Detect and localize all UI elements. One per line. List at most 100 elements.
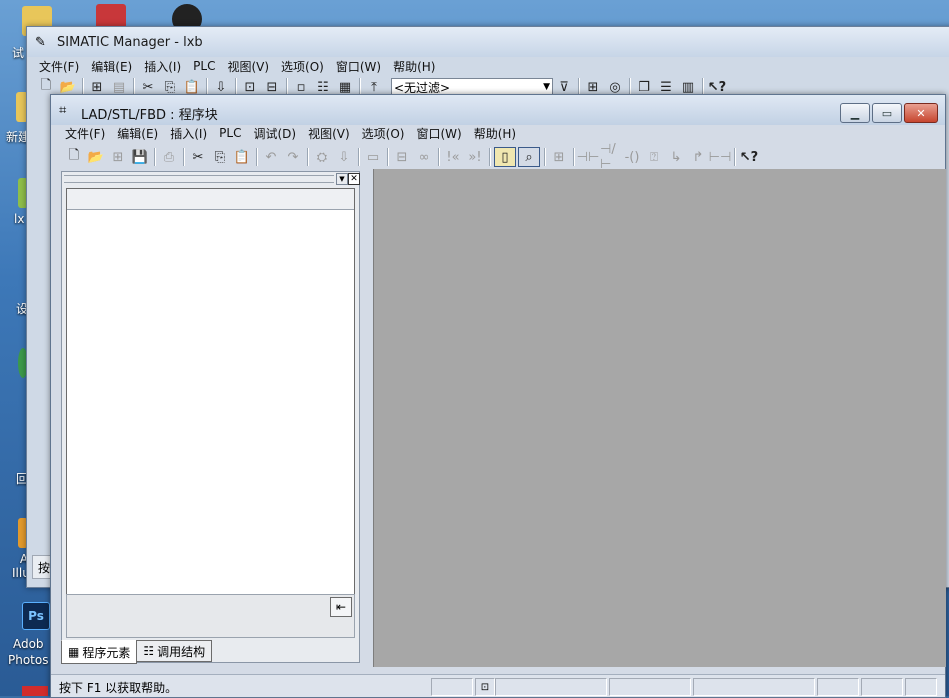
lad-menu-help[interactable]: 帮助(H) xyxy=(468,125,522,142)
lad-menubar: 文件(F) 编辑(E) 插入(I) PLC 调试(D) 视图(V) 选项(O) … xyxy=(59,124,522,142)
empty-box-icon[interactable]: ⍰ xyxy=(644,148,664,166)
simatic-title: SIMATIC Manager - lxb xyxy=(57,35,203,50)
simatic-menu-help[interactable]: 帮助(H) xyxy=(387,58,441,75)
toolbar-separator xyxy=(256,148,257,166)
tab-label: 调用结构 xyxy=(157,644,206,659)
toolbar-separator xyxy=(307,148,308,166)
close-icon: ✕ xyxy=(350,174,358,184)
network-icon[interactable]: ⊟ xyxy=(392,148,412,166)
glasses-icon[interactable]: ∞ xyxy=(414,148,434,166)
simatic-menu-options[interactable]: 选项(O) xyxy=(275,58,330,75)
simatic-menu-view[interactable]: 视图(V) xyxy=(221,58,275,75)
toolbar-separator xyxy=(183,148,184,166)
status-cell: ⊡ xyxy=(475,678,495,696)
accessible-nodes-icon[interactable]: ⊞ xyxy=(108,148,128,166)
open-branch-icon[interactable]: ↳ xyxy=(666,148,686,166)
simatic-menu-window[interactable]: 窗口(W) xyxy=(330,58,387,75)
restore-icon: ▭ xyxy=(881,106,893,120)
filter-select-value: <无过滤> xyxy=(394,80,451,95)
desktop-label: 试 xyxy=(12,46,25,60)
lad-menu-debug[interactable]: 调试(D) xyxy=(247,125,302,142)
save-icon[interactable]: 💾 xyxy=(130,148,150,166)
close-branch-icon[interactable]: ↱ xyxy=(688,148,708,166)
restore-button[interactable]: ▭ xyxy=(872,103,902,123)
minimize-button[interactable]: ▁ xyxy=(840,103,870,123)
undo-icon[interactable]: ↶ xyxy=(261,148,281,166)
chevron-down-icon: ▼ xyxy=(543,82,550,92)
close-icon: ✕ xyxy=(916,106,926,120)
overview-icon[interactable]: ▯ xyxy=(494,147,516,167)
toolbar-separator xyxy=(154,148,155,166)
tab-call-structure[interactable]: ☷ 调用结构 xyxy=(136,640,213,662)
chevron-down-icon: ▼ xyxy=(339,175,345,183)
next-error-icon[interactable]: »! xyxy=(465,148,485,166)
toolbar-separator xyxy=(438,148,439,166)
pane-grip[interactable] xyxy=(64,175,334,183)
lad-menu-file[interactable]: 文件(F) xyxy=(59,125,111,142)
open-folder-icon[interactable]: 📂 xyxy=(86,148,106,166)
lad-menu-plc[interactable]: PLC xyxy=(213,126,247,140)
toolbar-separator xyxy=(734,148,735,166)
tab-program-elements[interactable]: ▦ 程序元素 xyxy=(61,640,138,664)
block-icon[interactable]: ▭ xyxy=(363,148,383,166)
status-cell xyxy=(905,678,937,696)
lad-menu-window[interactable]: 窗口(W) xyxy=(410,125,467,142)
simatic-title-bar[interactable]: ✎ SIMATIC Manager - lxb xyxy=(27,27,949,57)
first-error-icon[interactable]: !« xyxy=(443,148,463,166)
close-button[interactable]: ✕ xyxy=(904,103,938,123)
copy-icon[interactable]: ⎘ xyxy=(210,148,230,166)
photoshop-icon[interactable]: Ps xyxy=(22,602,50,630)
simatic-menubar: 文件(F) 编辑(E) 插入(I) PLC 视图(V) 选项(O) 窗口(W) … xyxy=(33,57,441,75)
lad-toolbar: 🗋 📂 ⊞ 💾 ⎙ ✂ ⎘ 📋 ↶ ↷ ⛭ ⇩ ▭ ⊟ ∞ !« »! ▯ ⌕ … xyxy=(63,142,760,172)
pane-dropdown-button[interactable]: ▼ xyxy=(336,173,348,185)
tree-header xyxy=(67,189,354,210)
desktop-label: lx xyxy=(14,212,25,226)
monitor-icon[interactable]: ⛭ xyxy=(312,148,332,166)
print-icon[interactable]: ⎙ xyxy=(159,148,179,166)
status-cell xyxy=(431,678,473,696)
lad-menu-edit[interactable]: 编辑(E) xyxy=(111,125,164,142)
program-elements-pane: ▼ ✕ ⇤ xyxy=(61,171,360,663)
status-bar: 按下 F1 以获取帮助。 ⊡ xyxy=(51,674,945,697)
new-icon[interactable]: 🗋 xyxy=(64,148,84,166)
minimize-icon: ▁ xyxy=(850,106,860,120)
program-elements-tree[interactable] xyxy=(66,188,355,600)
coil-icon[interactable]: -() xyxy=(622,148,642,166)
insert-element-button[interactable]: ⇤ xyxy=(330,597,352,617)
toolbar-separator xyxy=(544,148,545,166)
insert-arrow-icon: ⇤ xyxy=(335,600,347,614)
normally-open-contact-icon[interactable]: ⊣⊢ xyxy=(577,148,600,166)
status-cell xyxy=(609,678,691,696)
status-cell xyxy=(817,678,859,696)
paste-icon[interactable]: 📋 xyxy=(232,148,252,166)
call-structure-icon: ☷ xyxy=(143,644,155,658)
normally-closed-contact-icon[interactable]: ⊣/⊢ xyxy=(600,142,620,172)
lad-menu-view[interactable]: 视图(V) xyxy=(302,125,356,142)
toolbar-separator xyxy=(489,148,490,166)
editor-workspace[interactable] xyxy=(373,169,946,667)
new-network-icon[interactable]: ⊞ xyxy=(549,148,569,166)
simatic-menu-file[interactable]: 文件(F) xyxy=(33,58,85,75)
simatic-menu-insert[interactable]: 插入(I) xyxy=(138,58,187,75)
connection-icon[interactable]: ⊢⊣ xyxy=(709,148,732,166)
lad-menu-options[interactable]: 选项(O) xyxy=(356,125,411,142)
lad-title-bar[interactable]: ⌗ LAD/STL/FBD : 程序块 ▁ ▭ ✕ xyxy=(51,95,945,125)
element-info-box: ⇤ xyxy=(66,594,355,638)
simatic-menu-edit[interactable]: 编辑(E) xyxy=(85,58,138,75)
status-cell xyxy=(693,678,815,696)
toolbar-separator xyxy=(387,148,388,166)
redo-icon[interactable]: ↷ xyxy=(283,148,303,166)
lad-stl-fbd-window: ⌗ LAD/STL/FBD : 程序块 ▁ ▭ ✕ 文件(F) 编辑(E) 插入… xyxy=(50,94,946,698)
lad-menu-insert[interactable]: 插入(I) xyxy=(164,125,213,142)
taskbar-icon[interactable] xyxy=(22,686,48,696)
pane-close-button[interactable]: ✕ xyxy=(348,173,360,185)
status-cell xyxy=(495,678,607,696)
cut-icon[interactable]: ✂ xyxy=(188,148,208,166)
simatic-menu-plc[interactable]: PLC xyxy=(187,59,221,73)
zoom-icon[interactable]: ⌕ xyxy=(518,147,540,167)
download-icon[interactable]: ⇩ xyxy=(334,148,354,166)
pane-tabs: ▦ 程序元素 ☷ 调用结构 xyxy=(61,640,213,664)
help-cursor-icon[interactable]: ↖? xyxy=(739,148,759,166)
toolbar-separator xyxy=(358,148,359,166)
online-status-icon: ⊡ xyxy=(480,681,490,693)
